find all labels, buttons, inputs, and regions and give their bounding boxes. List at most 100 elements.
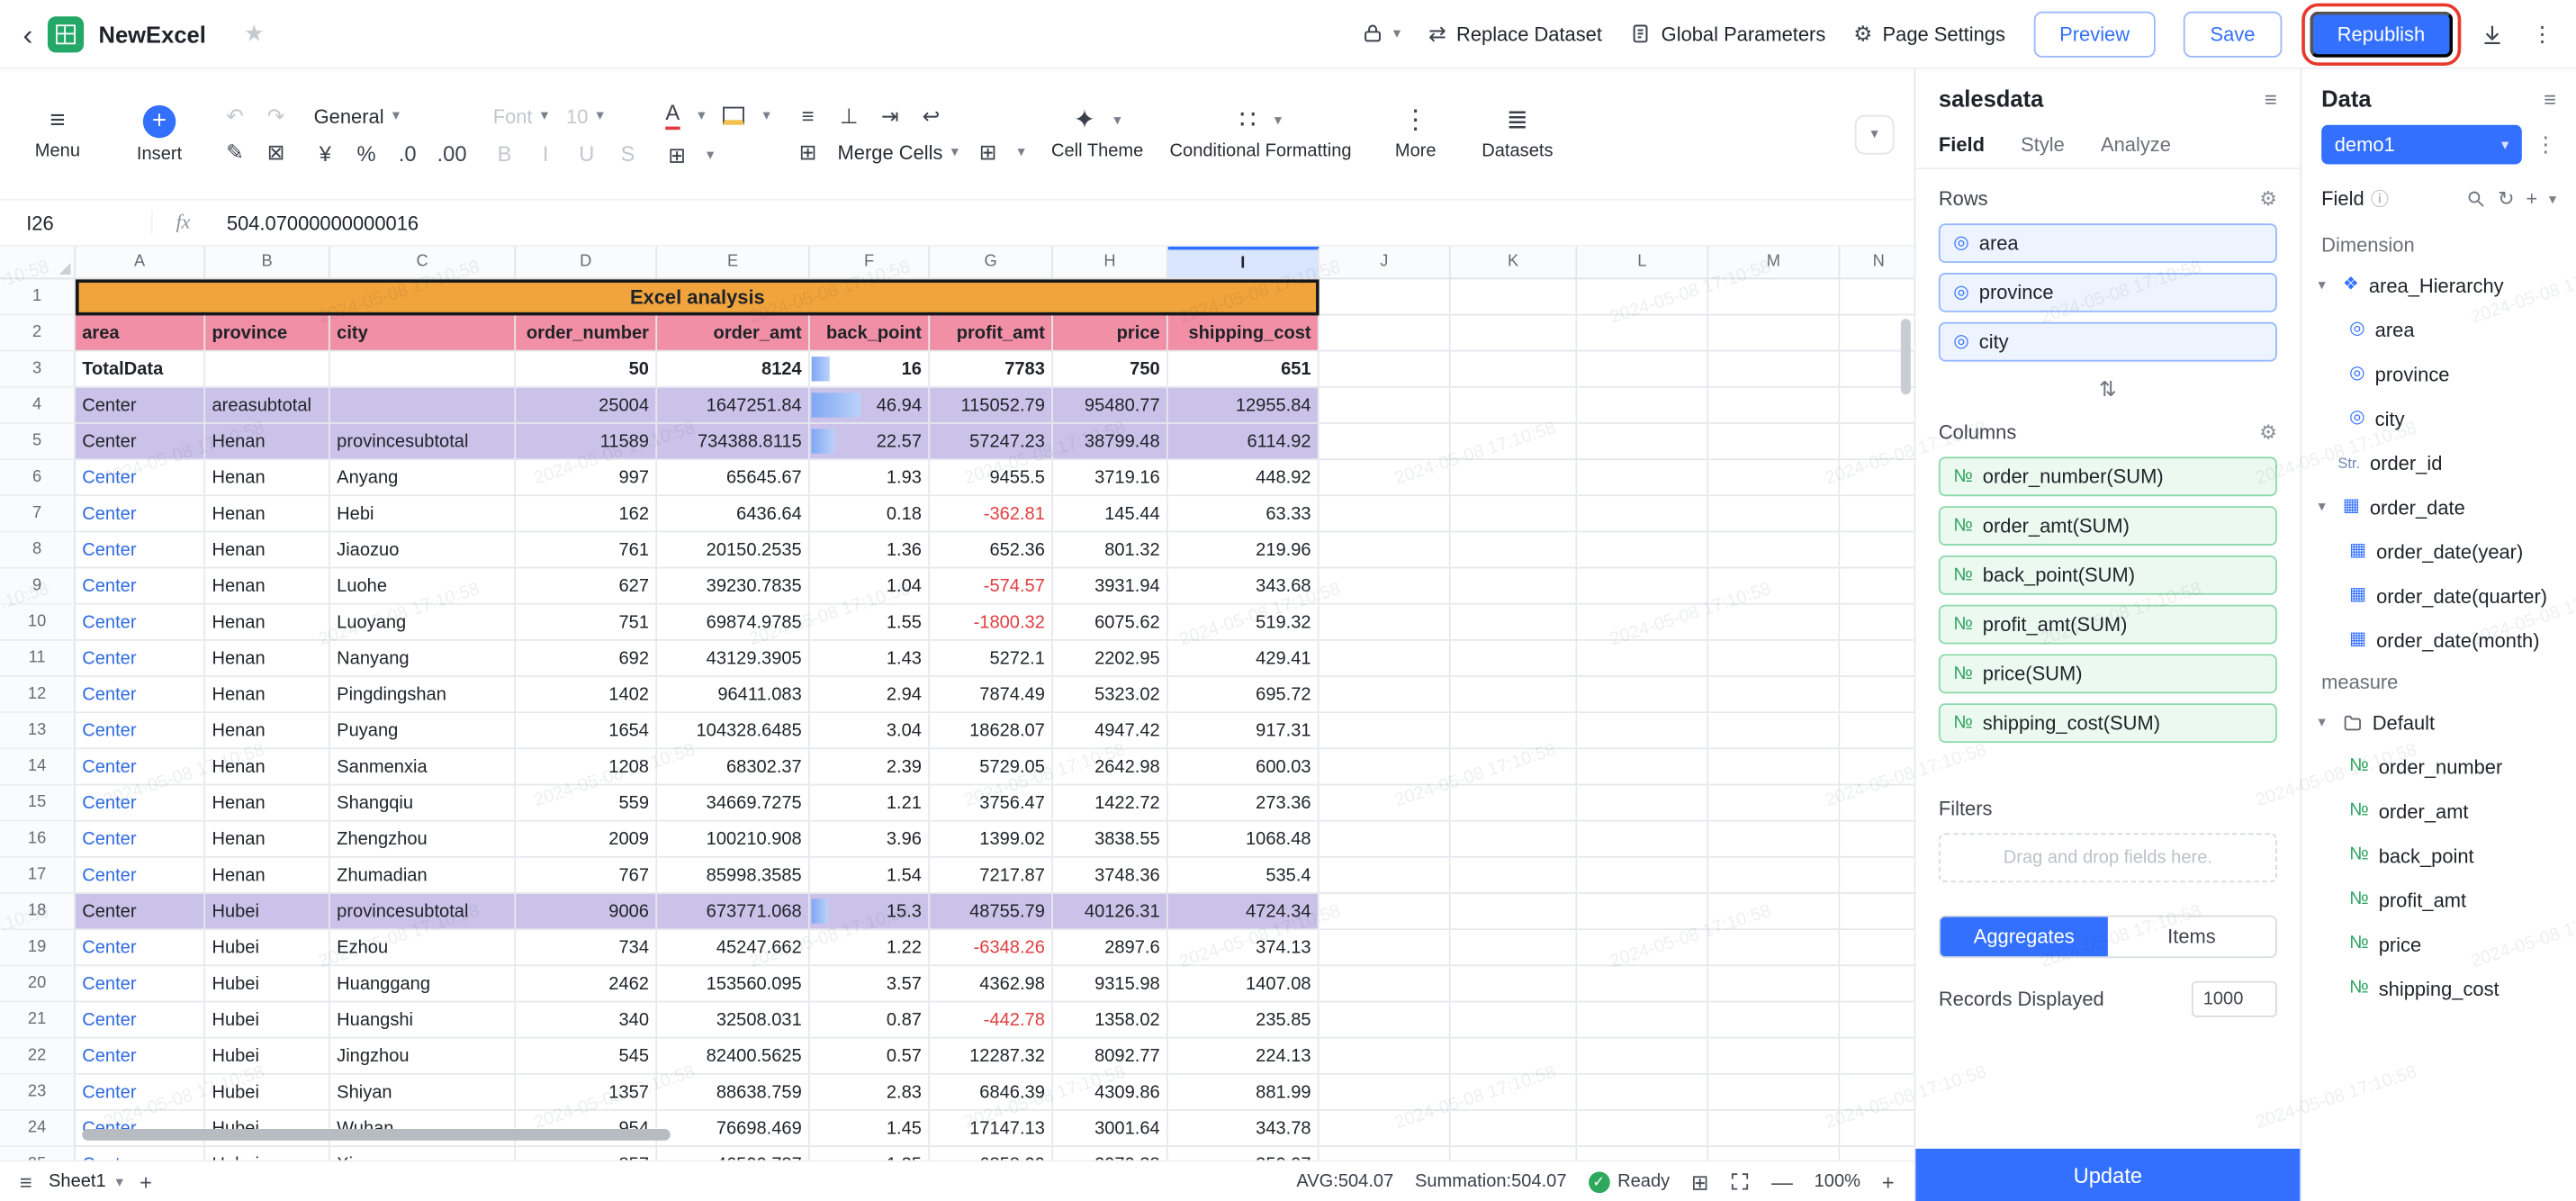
cell-empty[interactable] [1577,1075,1708,1111]
cell-profit_amt[interactable]: 6858.09 [930,1147,1053,1160]
cell-profit_amt[interactable]: 7217.87 [930,858,1053,894]
cell-empty[interactable] [1451,1075,1578,1111]
cell-empty[interactable] [1320,388,1451,424]
cell-province[interactable]: areasubtotal [205,388,330,424]
cell-order_amt[interactable]: 82400.5625 [657,1039,810,1075]
sheet-list-icon[interactable]: ≡ [20,1171,32,1193]
cell-empty[interactable] [1451,1002,1578,1038]
chevron-down-icon[interactable]: ▾ [762,108,770,122]
cell-price[interactable]: 2202.95 [1053,641,1168,677]
column-header-D[interactable]: D [516,247,657,278]
cell-empty[interactable] [1577,966,1708,1002]
cell-empty[interactable] [1708,858,1840,894]
cell-empty[interactable] [1708,388,1840,424]
cell-back_point[interactable]: 2.94 [810,677,930,713]
refresh-icon[interactable]: ↻ [2498,187,2514,211]
cell-empty[interactable] [1451,713,1578,749]
text-wrap-icon[interactable]: ↩ [920,104,943,126]
cell-empty[interactable] [1840,1111,1914,1147]
tab-field[interactable]: Field [1939,118,1985,167]
cell-profit_amt[interactable]: 1399.02 [930,822,1053,858]
measure-item-price[interactable]: №price [2301,922,2576,966]
cell-empty[interactable] [1577,930,1708,966]
header-cell-price[interactable]: price [1053,315,1168,351]
cell-empty[interactable] [1840,532,1914,568]
update-button[interactable]: Update [1915,1149,2300,1201]
cell-order_amt[interactable]: 76698.469 [657,1111,810,1147]
row-header-7[interactable]: 7 [0,496,76,532]
columns-settings-gear-icon[interactable]: ⚙ [2259,420,2277,444]
cell-empty[interactable] [1577,749,1708,785]
cell-city[interactable]: Huanggang [330,966,516,1002]
cell-profit_amt[interactable]: 3756.47 [930,785,1053,821]
collapse-toolbar-button[interactable]: ▾ [1855,114,1895,154]
cell-empty[interactable] [1840,1075,1914,1111]
cell-order_number[interactable]: 340 [516,1002,657,1038]
cell-order_number[interactable]: 50 [516,352,657,388]
column-header-L[interactable]: L [1577,247,1708,278]
zoom-level[interactable]: 100% [1815,1171,1860,1191]
row-field-province[interactable]: ◎province [1939,273,2277,312]
republish-button[interactable]: Republish [2310,11,2453,57]
dataset-selector[interactable]: demo1 ▾ [2321,125,2522,165]
cell-empty[interactable] [1840,749,1914,785]
header-cell-order_amt[interactable]: order_amt [657,315,810,351]
column-header-H[interactable]: H [1053,247,1168,278]
cell-area[interactable]: Center [76,1075,205,1111]
cell-empty[interactable] [1451,930,1578,966]
cell-back_point[interactable]: 1.36 [810,532,930,568]
cell-province[interactable]: Henan [205,677,330,713]
cell-empty[interactable] [1840,1039,1914,1075]
cell-empty[interactable] [1840,677,1914,713]
cell-area[interactable]: Center [76,858,205,894]
header-cell-shipping_cost[interactable]: shipping_cost [1168,315,1320,351]
chevron-down-icon[interactable]: ▾ [2549,192,2556,206]
cell-empty[interactable] [1577,352,1708,388]
cell-city[interactable]: Luoyang [330,605,516,641]
formula-input[interactable]: 504.07000000000016 [213,212,419,235]
cell-empty[interactable] [1708,1111,1840,1147]
tree-item-area[interactable]: ◎area [2301,307,2576,351]
cell-profit_amt[interactable]: 4362.98 [930,966,1053,1002]
add-field-icon[interactable]: + [2526,187,2537,211]
cell-empty[interactable] [1320,1147,1451,1160]
merged-title-cell[interactable]: Excel analysis [76,279,1320,315]
insert-button[interactable]: + Insert [122,104,197,164]
tree-item-area-hierarchy[interactable]: ▾ ❖ area_Hierarchy [2301,263,2576,307]
cell-order_amt[interactable]: 45247.662 [657,930,810,966]
currency-format-icon[interactable]: ¥ [314,142,338,164]
cell-area[interactable]: Center [76,424,205,460]
cell-empty[interactable] [1840,1147,1914,1160]
cell-shipping_cost[interactable]: 6114.92 [1168,424,1320,460]
cell-empty[interactable] [1320,1039,1451,1075]
tree-caret-icon[interactable]: ▾ [2318,276,2332,294]
cell-price[interactable]: 4309.86 [1053,1075,1168,1111]
cell-order_amt[interactable]: 100210.908 [657,822,810,858]
cell-empty[interactable] [1708,894,1840,930]
cell-order_amt[interactable]: 1647251.84 [657,388,810,424]
cell-city[interactable]: Shangqiu [330,785,516,821]
cell-area[interactable]: Center [76,822,205,858]
cell-shipping_cost[interactable]: 448.92 [1168,460,1320,496]
cell-back_point[interactable]: 0.18 [810,496,930,532]
cell-empty[interactable] [1320,677,1451,713]
cell-shipping_cost[interactable]: 219.96 [1168,532,1320,568]
cell-city[interactable]: Zhengzhou [330,822,516,858]
cell-price[interactable]: 4947.42 [1053,713,1168,749]
cell-empty[interactable] [1577,315,1708,351]
row-header-10[interactable]: 10 [0,605,76,641]
cell-price[interactable]: 3001.64 [1053,1111,1168,1147]
cell-order_amt[interactable]: 68302.37 [657,749,810,785]
header-cell-profit_amt[interactable]: profit_amt [930,315,1053,351]
cell-order_amt[interactable]: 6436.64 [657,496,810,532]
cell-order_number[interactable]: 162 [516,496,657,532]
clear-format-icon[interactable]: ⊠ [265,141,288,163]
cell-province[interactable]: Hubei [205,1147,330,1160]
cell-province[interactable]: Hubei [205,894,330,930]
records-displayed-input[interactable] [2192,981,2277,1017]
measure-item-profit_amt[interactable]: №profit_amt [2301,878,2576,922]
cell-back_point[interactable]: 1.21 [810,785,930,821]
cell-empty[interactable] [1577,858,1708,894]
cell-profit_amt[interactable]: 5729.05 [930,749,1053,785]
global-parameters-button[interactable]: Global Parameters [1630,23,1825,46]
